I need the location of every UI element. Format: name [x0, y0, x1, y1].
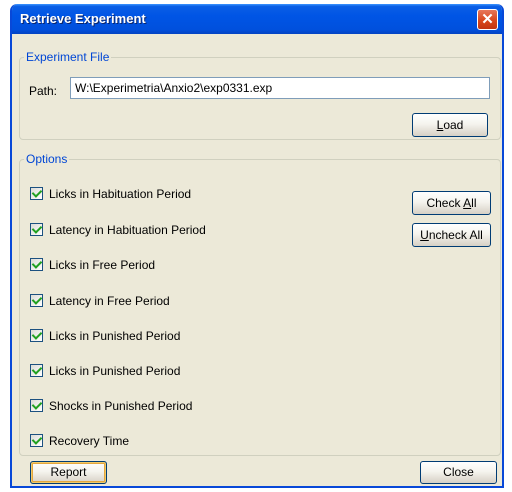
retrieve-experiment-dialog: Retrieve Experiment ✕ Experiment File Pa…: [10, 4, 504, 488]
close-button[interactable]: Close: [420, 461, 497, 484]
check-all-accel-key: A: [463, 196, 472, 210]
check-all-label-post: ll: [471, 196, 477, 210]
experiment-file-group: Experiment File Path: Load: [19, 50, 501, 140]
path-input[interactable]: [70, 77, 490, 99]
option-label: Licks in Punished Period: [49, 364, 181, 378]
close-icon: ✕: [481, 11, 494, 28]
option-label: Licks in Habituation Period: [49, 187, 192, 201]
option-label: Licks in Punished Period: [49, 329, 181, 343]
option-label: Recovery Time: [49, 434, 130, 448]
uncheck-all-label-post: ncheck All: [428, 228, 483, 242]
path-label: Path:: [29, 84, 58, 98]
checkbox-checked-icon[interactable]: [30, 434, 43, 447]
option-label: Latency in Free Period: [49, 294, 170, 308]
window-title: Retrieve Experiment: [20, 11, 146, 26]
checkbox-checked-icon[interactable]: [30, 294, 43, 307]
load-label-rest: oad: [443, 118, 464, 132]
load-button[interactable]: Load: [412, 113, 488, 137]
options-group: Options Check All Uncheck All Licks in H…: [19, 152, 501, 456]
uncheck-all-button[interactable]: Uncheck All: [412, 223, 491, 247]
checkbox-checked-icon[interactable]: [30, 187, 43, 200]
experiment-file-legend: Experiment File: [26, 50, 110, 64]
option-label: Licks in Free Period: [49, 258, 156, 272]
checkbox-checked-icon[interactable]: [30, 329, 43, 342]
options-legend: Options: [26, 152, 68, 166]
checkbox-checked-icon[interactable]: [30, 399, 43, 412]
option-label: Latency in Habituation Period: [49, 223, 206, 237]
window-close-button[interactable]: ✕: [477, 9, 498, 30]
checkbox-checked-icon[interactable]: [30, 223, 43, 236]
check-all-label-pre: Check: [426, 196, 464, 210]
check-all-button[interactable]: Check All: [412, 191, 491, 215]
title-bar[interactable]: Retrieve Experiment ✕: [12, 4, 502, 34]
option-label: Shocks in Punished Period: [49, 399, 193, 413]
checkbox-checked-icon[interactable]: [30, 364, 43, 377]
report-button[interactable]: Report: [30, 461, 107, 484]
checkbox-checked-icon[interactable]: [30, 258, 43, 271]
uncheck-all-accel-key: U: [420, 228, 429, 242]
